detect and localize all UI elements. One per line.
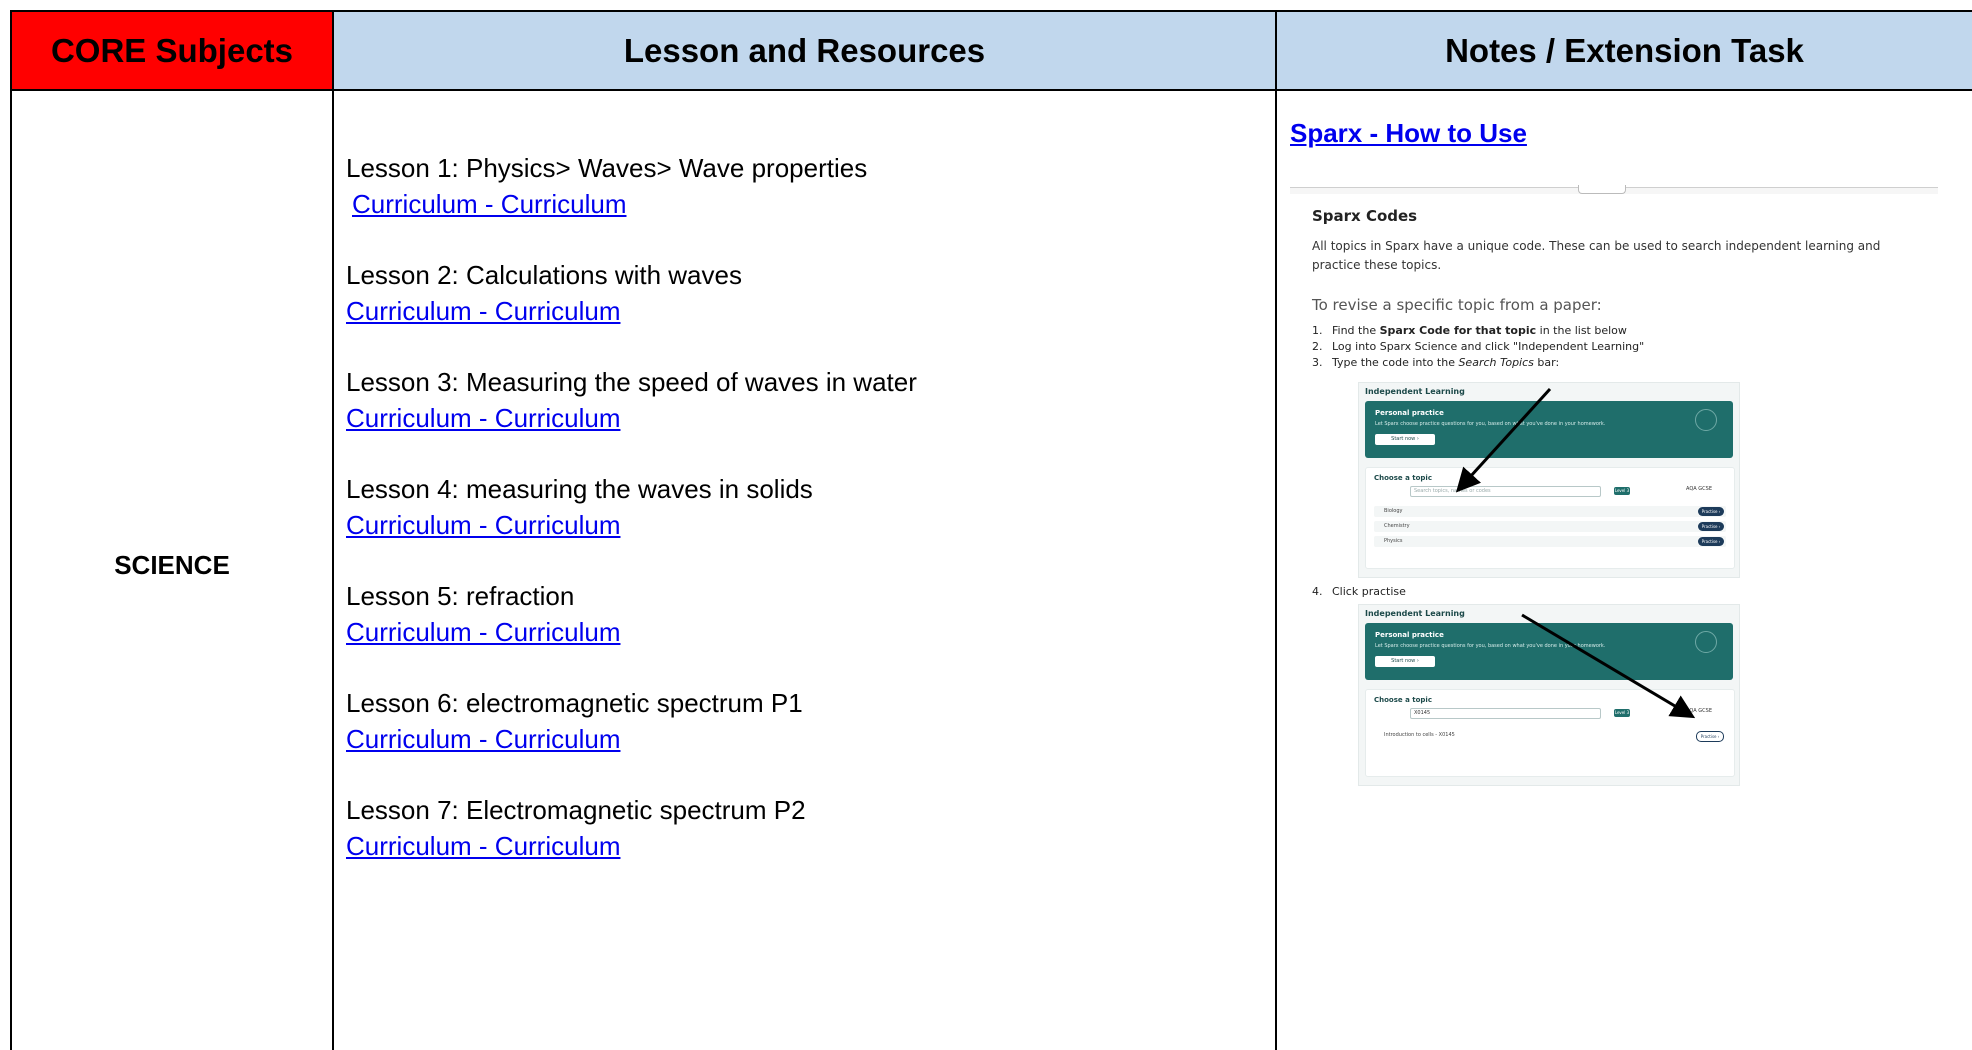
lesson-item: Lesson 3: Measuring the speed of waves i…: [346, 364, 1246, 436]
header-core-subjects: CORE Subjects: [12, 12, 332, 89]
embed-step-4: 4. Click practise: [1312, 585, 1406, 598]
curriculum-link[interactable]: Curriculum - Curriculum: [346, 724, 620, 754]
step-bold: Sparx Code for that topic: [1379, 324, 1537, 337]
sparx-howto: Sparx - How to Use: [1290, 118, 1527, 149]
curriculum-link[interactable]: Curriculum - Curriculum: [346, 617, 620, 647]
step-text: bar:: [1533, 356, 1560, 369]
subject-name: SCIENCE: [114, 550, 230, 580]
table-border-left: [10, 10, 12, 1050]
sparx-codes-image: Sparx Codes All topics in Sparx have a u…: [1290, 185, 1938, 786]
step-number: 1.: [1312, 324, 1323, 337]
practise-button: Practise ›: [1698, 522, 1724, 531]
step-text: Find the: [1332, 324, 1380, 337]
step-italic: Search Topics: [1458, 356, 1534, 369]
topic-row: Biology: [1374, 506, 1726, 517]
choose-topic-title: Choose a topic: [1374, 696, 1432, 704]
search-topics-input: Search topics, names or codes: [1410, 486, 1601, 497]
embed-step: 3. Type the code into the Search Topics …: [1312, 355, 1912, 371]
independent-learning-screenshot-2: Independent Learning Personal practice L…: [1358, 604, 1740, 786]
step-text: Log into Sparx Science and click "Indepe…: [1332, 340, 1645, 353]
choose-topic-title: Choose a topic: [1374, 474, 1432, 482]
lesson-title: Lesson 4: measuring the waves in solids: [346, 474, 813, 504]
embed-description: All topics in Sparx have a unique code. …: [1312, 239, 1881, 272]
header-lesson-resources: Lesson and Resources: [334, 12, 1275, 89]
practise-button: Practise ›: [1698, 507, 1724, 516]
choose-topic-card: Choose a topic X0145 Level 3 AQA GCSE In…: [1365, 689, 1735, 777]
gear-icon: [1695, 409, 1717, 431]
step-text: in the list below: [1536, 324, 1627, 337]
table-divider-1: [332, 10, 334, 1050]
curriculum-link[interactable]: Curriculum - Curriculum: [346, 831, 620, 861]
lesson-title: Lesson 2: Calculations with waves: [346, 260, 742, 290]
embed-tab: [1578, 185, 1626, 194]
curriculum-link[interactable]: Curriculum - Curriculum: [352, 189, 626, 219]
table-border-top: [10, 10, 1972, 12]
step-text: Type the code into the: [1332, 356, 1459, 369]
lesson-list: Lesson 1: Physics> Waves> Wave propertie…: [346, 150, 1246, 899]
lesson-title: Lesson 6: electromagnetic spectrum P1: [346, 688, 803, 718]
embed-subheading: To revise a specific topic from a paper:: [1312, 296, 1602, 314]
level-badge: Level 3: [1614, 487, 1630, 495]
embed-title: Sparx Codes: [1312, 207, 1418, 225]
mini-label: Independent Learning: [1365, 609, 1465, 618]
topic-row: Physics: [1374, 536, 1726, 547]
lesson-title: Lesson 1: Physics> Waves> Wave propertie…: [346, 153, 868, 183]
lesson-item: Lesson 1: Physics> Waves> Wave propertie…: [346, 150, 1246, 222]
sparx-howto-link[interactable]: Sparx - How to Use: [1290, 118, 1527, 148]
header-notes-extension: Notes / Extension Task: [1277, 12, 1972, 89]
embed-step: 1. Find the Sparx Code for that topic in…: [1312, 323, 1912, 339]
start-now-button: Start now ›: [1375, 434, 1435, 445]
pp-title: Personal practice: [1375, 631, 1444, 639]
embed-step: 2. Log into Sparx Science and click "Ind…: [1312, 339, 1912, 355]
lesson-item: Lesson 6: electromagnetic spectrum P1 Cu…: [346, 685, 1246, 757]
choose-topic-card: Choose a topic Search topics, names or c…: [1365, 467, 1735, 569]
step-number: 4.: [1312, 585, 1323, 598]
lesson-title: Lesson 5: refraction: [346, 581, 575, 611]
mini-label: Independent Learning: [1365, 387, 1465, 396]
topic-row: Introduction to cells - X0145: [1374, 730, 1726, 741]
table-divider-2: [1275, 10, 1277, 1050]
curriculum-link[interactable]: Curriculum - Curriculum: [346, 403, 620, 433]
practise-button: Practise ›: [1698, 537, 1724, 546]
gear-icon: [1695, 631, 1717, 653]
practise-button: Practise ›: [1696, 731, 1724, 742]
lesson-title: Lesson 3: Measuring the speed of waves i…: [346, 367, 917, 397]
lesson-item: Lesson 4: measuring the waves in solids …: [346, 471, 1246, 543]
start-now-button: Start now ›: [1375, 656, 1435, 667]
step-number: 2.: [1312, 340, 1323, 353]
curriculum-link[interactable]: Curriculum - Curriculum: [346, 510, 620, 540]
personal-practice-card: Personal practice Let Sparx choose pract…: [1365, 401, 1733, 458]
step-number: 3.: [1312, 356, 1323, 369]
personal-practice-card: Personal practice Let Sparx choose pract…: [1365, 623, 1733, 680]
lesson-item: Lesson 5: refraction Curriculum - Curric…: [346, 578, 1246, 650]
topic-row: Chemistry: [1374, 521, 1726, 532]
pp-desc: Let Sparx choose practice questions for …: [1375, 643, 1606, 649]
pp-title: Personal practice: [1375, 409, 1444, 417]
course-select: AQA GCSE: [1686, 486, 1712, 492]
curriculum-link[interactable]: Curriculum - Curriculum: [346, 296, 620, 326]
lesson-item: Lesson 7: Electromagnetic spectrum P2 Cu…: [346, 792, 1246, 864]
independent-learning-screenshot-1: Independent Learning Personal practice L…: [1358, 382, 1740, 578]
lesson-title: Lesson 7: Electromagnetic spectrum P2: [346, 795, 806, 825]
step-text: Click practise: [1332, 585, 1406, 598]
search-topics-input: X0145: [1410, 708, 1601, 719]
pp-desc: Let Sparx choose practice questions for …: [1375, 421, 1606, 427]
course-select: AQA GCSE: [1686, 708, 1712, 714]
table-border-header: [10, 89, 1972, 91]
embed-steps: 1. Find the Sparx Code for that topic in…: [1312, 323, 1912, 371]
lesson-item: Lesson 2: Calculations with waves Curric…: [346, 257, 1246, 329]
level-badge: Level 3: [1614, 709, 1630, 717]
